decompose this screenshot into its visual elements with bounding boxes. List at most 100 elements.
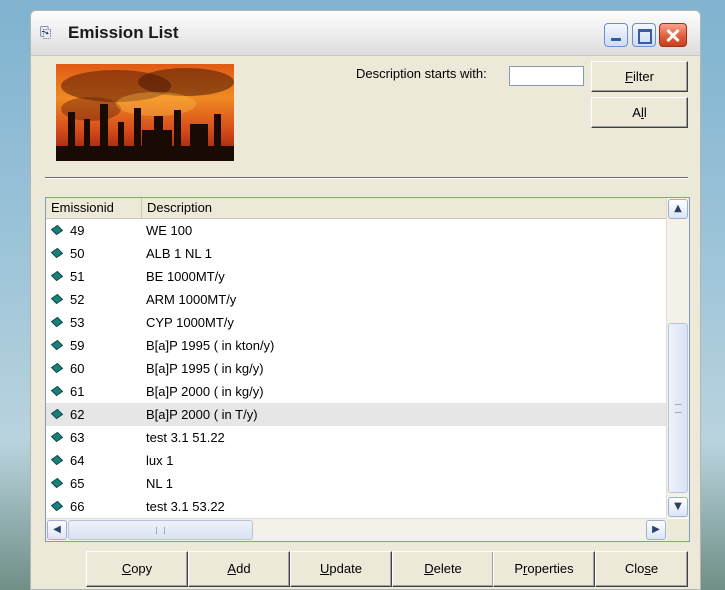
table-row[interactable]: 63 test 3.1 51.22 [46,426,667,449]
add-button-label-key: A [227,561,237,576]
app-icon[interactable]: ⎘ [40,24,62,42]
all-button[interactable]: All [591,97,688,128]
row-description: WE 100 [146,223,193,238]
emission-list-view[interactable]: Emissionid Description 49 WE 100 50 ALB 1 N… [45,197,690,542]
emission-item-icon [50,477,64,489]
table-row[interactable]: 50 ALB 1 NL 1 [46,242,667,265]
row-description: CYP 1000MT/y [146,315,234,330]
row-description: B[a]P 1995 ( in kton/y) [146,338,275,353]
table-row[interactable]: 62 B[a]P 2000 ( in T/y) [46,403,667,426]
table-row[interactable]: 51 BE 1000MT/y [46,265,667,288]
table-row[interactable]: 53 CYP 1000MT/y [46,311,667,334]
emission-item-icon [50,270,64,282]
table-row[interactable]: 49 WE 100 [46,219,667,242]
table-row[interactable]: 64 lux 1 [46,449,667,472]
row-description: BE 1000MT/y [146,269,225,284]
emission-item-icon [50,339,64,351]
copy-button-label-suffix: opy [131,561,153,576]
row-description: ALB 1 NL 1 [146,246,213,261]
description-filter-input[interactable] [509,66,584,86]
horizontal-scrollbar[interactable]: ◀ ▶ [46,518,667,541]
filter-button-label-suffix: ilter [633,69,654,84]
delete-button-label-key: D [424,561,434,576]
properties-button[interactable]: Properties [493,551,595,587]
close-button[interactable]: Close [595,551,688,587]
filter-button[interactable]: Filter [591,61,688,92]
emission-list-window: ⎘ Emission List Description starts with:… [30,10,701,590]
table-row[interactable]: 65 NL 1 [46,472,667,495]
row-description: test 3.1 53.22 [146,499,225,514]
row-emissionid: 49 [70,223,85,238]
properties-button-label-suffix: operties [527,561,574,576]
emission-item-icon [50,362,64,374]
row-emissionid: 65 [70,476,85,491]
row-description: test 3.1 51.22 [146,430,225,445]
emission-item-icon [50,385,64,397]
emission-item-icon [50,431,64,443]
row-description: B[a]P 2000 ( in T/y) [146,407,258,422]
close-button-label-suffix: e [650,561,659,576]
emission-item-icon [50,408,64,420]
scroll-corner [667,519,689,541]
filter-label: Description starts with: [356,66,487,81]
vertical-scrollbar[interactable]: ▲ ▼ [666,198,689,518]
delete-button-label-suffix: elete [433,561,462,576]
table-row[interactable]: 59 B[a]P 1995 ( in kton/y) [46,334,667,357]
row-emissionid: 63 [70,430,85,445]
row-description: B[a]P 2000 ( in kg/y) [146,384,264,399]
row-emissionid: 60 [70,361,85,376]
emission-item-icon [50,224,64,236]
all-button-label-prefix: A [632,105,641,120]
add-button[interactable]: Add [188,551,290,587]
row-emissionid: 50 [70,246,85,261]
row-description: ARM 1000MT/y [146,292,237,307]
maximize-button[interactable] [632,23,656,47]
update-button-label-suffix: pdate [329,561,362,576]
separator [45,177,688,179]
column-header-description[interactable]: Description [142,198,667,218]
emission-item-icon [50,500,64,512]
all-button-label-suffix: l [643,105,647,120]
row-description: NL 1 [146,476,173,491]
horizontal-scroll-thumb[interactable] [68,520,253,540]
properties-button-label-prefix: P [514,561,524,576]
row-emissionid: 61 [70,384,85,399]
delete-button[interactable]: Delete [392,551,494,587]
list-header: Emissionid Description [46,198,667,219]
table-row[interactable]: 61 B[a]P 2000 ( in kg/y) [46,380,667,403]
vertical-scroll-thumb[interactable] [668,323,688,493]
row-description: B[a]P 1995 ( in kg/y) [146,361,264,376]
column-header-emissionid[interactable]: Emissionid [46,198,142,218]
table-row[interactable]: 52 ARM 1000MT/y [46,288,667,311]
window-close-button[interactable] [659,23,687,47]
row-emissionid: 52 [70,292,85,307]
emission-item-icon [50,316,64,328]
filter-button-label-key: F [625,69,633,84]
title-bar[interactable]: ⎘ Emission List [31,11,700,56]
copy-button-label-key: C [121,561,132,576]
emission-item-icon [50,293,64,305]
update-button-label-key: U [320,561,330,576]
close-button-label-prefix: Clo [624,561,645,576]
update-button[interactable]: Update [290,551,392,587]
table-row[interactable]: 60 B[a]P 1995 ( in kg/y) [46,357,667,380]
row-emissionid: 51 [70,269,85,284]
add-button-label-suffix: dd [236,561,251,576]
emission-item-icon [50,454,64,466]
row-description: lux 1 [146,453,174,468]
row-emissionid: 62 [70,407,85,422]
scroll-down-button[interactable]: ▼ [668,497,688,517]
scroll-up-button[interactable]: ▲ [668,199,688,219]
window-title: Emission List [68,23,179,42]
emission-item-icon [50,247,64,259]
bottom-button-bar: Copy Add Update Delete Properties Close [31,551,700,589]
list-rows: 49 WE 100 50 ALB 1 NL 1 51 BE 1000MT/y 52 ARM 1… [46,219,667,518]
scroll-left-button[interactable]: ◀ [47,520,67,540]
scroll-right-button[interactable]: ▶ [646,520,666,540]
factory-image [56,64,234,161]
row-emissionid: 66 [70,499,85,514]
minimize-button[interactable] [604,23,628,47]
row-emissionid: 53 [70,315,85,330]
copy-button[interactable]: Copy [86,551,188,587]
table-row[interactable]: 66 test 3.1 53.22 [46,495,667,518]
